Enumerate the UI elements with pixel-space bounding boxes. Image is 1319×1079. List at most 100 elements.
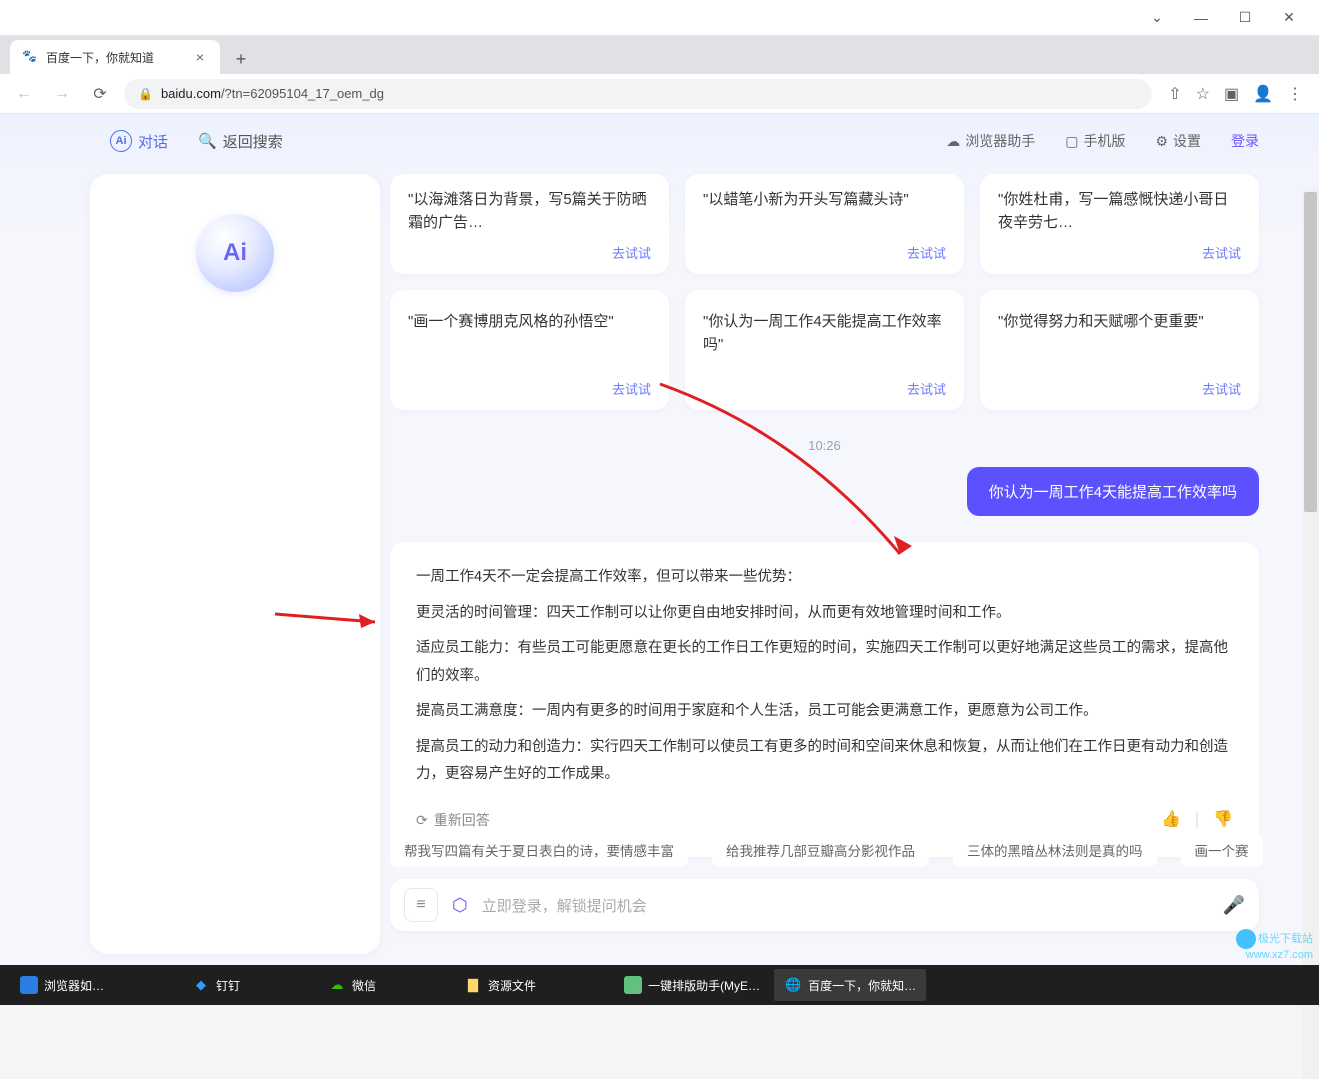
page-header: Ai 对话 🔍 返回搜索 ☁浏览器助手 ▢手机版 ⚙设置 登录 (110, 130, 1319, 152)
taskbar-item[interactable]: ◆ 钉钉 (182, 969, 250, 1001)
ai-answer-card: 一周工作4天不一定会提高工作效率，但可以带来一些优势： 更灵活的时间管理：四天工… (390, 542, 1259, 857)
card-text: "你觉得努力和天赋哪个更重要" (998, 310, 1241, 333)
login-link[interactable]: 登录 (1231, 131, 1259, 151)
answer-line: 适应员工能力：有些员工可能更愿意在更长的工作日工作更短的时间，实施四天工作制可以… (416, 635, 1233, 690)
share-icon[interactable]: ⇧ (1168, 84, 1181, 104)
answer-line: 提高员工的动力和创造力：实行四天工作制可以使员工有更多的时间和空间来休息和恢复，… (416, 734, 1233, 789)
suggestion-cards-row1: "以海滩落日为背景，写5篇关于防晒霜的广告… 去试试 "以蜡笔小新为开头写篇藏头… (390, 174, 1259, 274)
taskbar-item[interactable]: ▇ 资源文件 (454, 969, 546, 1001)
address-bar[interactable]: 🔒 baidu.com/?tn=62095104_17_oem_dg (124, 79, 1152, 109)
suggestion-cards-row2: "画一个赛博朋克风格的孙悟空" 去试试 "你认为一周工作4天能提高工作效率吗" … (390, 290, 1259, 410)
folder-icon: ▇ (464, 976, 482, 994)
close-window-icon[interactable]: ✕ (1267, 3, 1311, 33)
ai-logo: Ai (196, 214, 274, 292)
browser-toolbar: ← → ⟳ 🔒 baidu.com/?tn=62095104_17_oem_dg… (0, 74, 1319, 114)
sidepanel-icon[interactable]: ▣ (1224, 84, 1239, 104)
suggestion-card[interactable]: "画一个赛博朋克风格的孙悟空" 去试试 (390, 290, 669, 410)
maximize-icon[interactable]: ☐ (1223, 3, 1267, 33)
menu-icon[interactable]: ⋮ (1287, 84, 1303, 104)
card-text: "你认为一周工作4天能提高工作效率吗" (703, 310, 946, 357)
minimize-icon[interactable]: — (1179, 3, 1223, 33)
taskbar-label: 浏览器如… (44, 977, 104, 994)
suggestion-card[interactable]: "你觉得努力和天赋哪个更重要" 去试试 (980, 290, 1259, 410)
page-content: Ai 对话 🔍 返回搜索 ☁浏览器助手 ▢手机版 ⚙设置 登录 Ai "以海滩落… (0, 114, 1319, 965)
suggestion-chip[interactable]: 给我推荐几部豆瓣高分影视作品 (712, 833, 929, 867)
phone-icon: ▢ (1065, 133, 1078, 150)
search-icon: 🔍 (198, 132, 217, 150)
try-button[interactable]: 去试试 (907, 243, 946, 262)
mic-icon[interactable]: 🎤 (1223, 895, 1245, 916)
taskbar-label: 资源文件 (488, 977, 536, 994)
suggestion-chip[interactable]: 帮我写四篇有关于夏日表白的诗，要情感丰富 (390, 833, 688, 867)
card-text: "以海滩落日为背景，写5篇关于防晒霜的广告… (408, 188, 651, 235)
url-domain: baidu.com (161, 86, 221, 101)
taskbar-label: 百度一下，你就知… (808, 977, 916, 994)
bookmark-icon[interactable]: ☆ (1196, 84, 1210, 104)
answer-line: 提高员工满意度：一周内有更多的时间用于家庭和个人生活，员工可能会更满意工作，更愿… (416, 698, 1233, 726)
chat-input-bar: ≡ ⬡ 立即登录，解锁提问机会 🎤 (390, 879, 1259, 931)
try-button[interactable]: 去试试 (612, 243, 651, 262)
taskbar-label: 一键排版助手(MyE… (648, 977, 760, 994)
user-message-bubble: 你认为一周工作4天能提高工作效率吗 (967, 467, 1259, 516)
windows-taskbar: 浏览器如… ◆ 钉钉 ☁ 微信 ▇ 资源文件 一键排版助手(MyE… 🌐 百度一… (0, 965, 1319, 1005)
thumbs-up-icon[interactable]: 👍 (1161, 805, 1181, 835)
scrollbar-thumb[interactable] (1304, 192, 1317, 512)
mobile-link[interactable]: ▢手机版 (1065, 131, 1125, 151)
regenerate-button[interactable]: ⟳ 重新回答 (416, 807, 490, 834)
card-text: "以蜡笔小新为开头写篇藏头诗" (703, 188, 946, 211)
sidebar-panel: Ai (90, 174, 380, 954)
new-tab-button[interactable]: + (226, 44, 256, 74)
refresh-icon: ⟳ (416, 807, 428, 834)
restore-down-icon[interactable]: ⌄ (1135, 3, 1179, 33)
try-button[interactable]: 去试试 (1202, 379, 1241, 398)
taskbar-label: 钉钉 (216, 977, 240, 994)
suggestion-card[interactable]: "你姓杜甫，写一篇感慨快递小哥日夜辛劳七… 去试试 (980, 174, 1259, 274)
taskbar-item[interactable]: 🌐 百度一下，你就知… (774, 969, 926, 1001)
window-titlebar: ⌄ — ☐ ✕ (0, 0, 1319, 36)
taskbar-item[interactable]: ☁ 微信 (318, 969, 386, 1001)
suggestion-chip[interactable]: 三体的黑暗丛林法则是真的吗 (953, 833, 1157, 867)
lock-icon: 🔒 (138, 87, 153, 101)
back-search-label: 返回搜索 (223, 131, 283, 152)
browser-helper-link[interactable]: ☁浏览器助手 (946, 131, 1035, 151)
taskbar-label: 微信 (352, 977, 376, 994)
suggestion-card[interactable]: "以海滩落日为背景，写5篇关于防晒霜的广告… 去试试 (390, 174, 669, 274)
tab-title: 百度一下，你就知道 (46, 49, 154, 66)
try-button[interactable]: 去试试 (612, 379, 651, 398)
vertical-scrollbar[interactable] (1302, 188, 1319, 1079)
cloud-icon: ☁ (946, 133, 960, 150)
dingtalk-icon: ◆ (192, 976, 210, 994)
answer-line: 更灵活的时间管理：四天工作制可以让你更自由地安排时间，从而更有效地管理时间和工作… (416, 600, 1233, 628)
chat-input[interactable]: 立即登录，解锁提问机会 (482, 895, 1209, 916)
menu-button[interactable]: ≡ (404, 888, 438, 922)
card-text: "你姓杜甫，写一篇感慨快递小哥日夜辛劳七… (998, 188, 1241, 235)
settings-link[interactable]: ⚙设置 (1155, 131, 1201, 151)
thumbs-down-icon[interactable]: 👎 (1213, 805, 1233, 835)
browser-tab[interactable]: 🐾 百度一下，你就知道 × (10, 40, 220, 74)
chat-timestamp: 10:26 (390, 438, 1259, 453)
ai-badge-icon: Ai (110, 130, 132, 152)
taskbar-item[interactable]: 浏览器如… (10, 969, 114, 1001)
url-path: /?tn=62095104_17_oem_dg (221, 86, 384, 101)
taskbar-item[interactable]: 一键排版助手(MyE… (614, 969, 770, 1001)
app-icon (20, 976, 38, 994)
suggestion-chip[interactable]: 画一个赛 (1181, 833, 1263, 867)
try-button[interactable]: 去试试 (1202, 243, 1241, 262)
suggestion-card[interactable]: "以蜡笔小新为开头写篇藏头诗" 去试试 (685, 174, 964, 274)
main-area: "以海滩落日为背景，写5篇关于防晒霜的广告… 去试试 "以蜡笔小新为开头写篇藏头… (390, 174, 1259, 945)
back-button[interactable]: ← (10, 80, 38, 108)
card-text: "画一个赛博朋克风格的孙悟空" (408, 310, 651, 333)
cube-icon[interactable]: ⬡ (452, 895, 468, 916)
back-to-search[interactable]: 🔍 返回搜索 (198, 131, 283, 152)
dialog-tab[interactable]: 对话 (138, 131, 168, 152)
gear-icon: ⚙ (1155, 133, 1168, 150)
try-button[interactable]: 去试试 (907, 379, 946, 398)
profile-icon[interactable]: 👤 (1253, 84, 1273, 104)
tab-close-icon[interactable]: × (192, 49, 208, 65)
answer-line: 一周工作4天不一定会提高工作效率，但可以带来一些优势： (416, 564, 1233, 592)
reload-button[interactable]: ⟳ (86, 80, 114, 108)
app-icon (624, 976, 642, 994)
baidu-favicon-icon: 🐾 (22, 49, 38, 65)
forward-button[interactable]: → (48, 80, 76, 108)
suggestion-card[interactable]: "你认为一周工作4天能提高工作效率吗" 去试试 (685, 290, 964, 410)
